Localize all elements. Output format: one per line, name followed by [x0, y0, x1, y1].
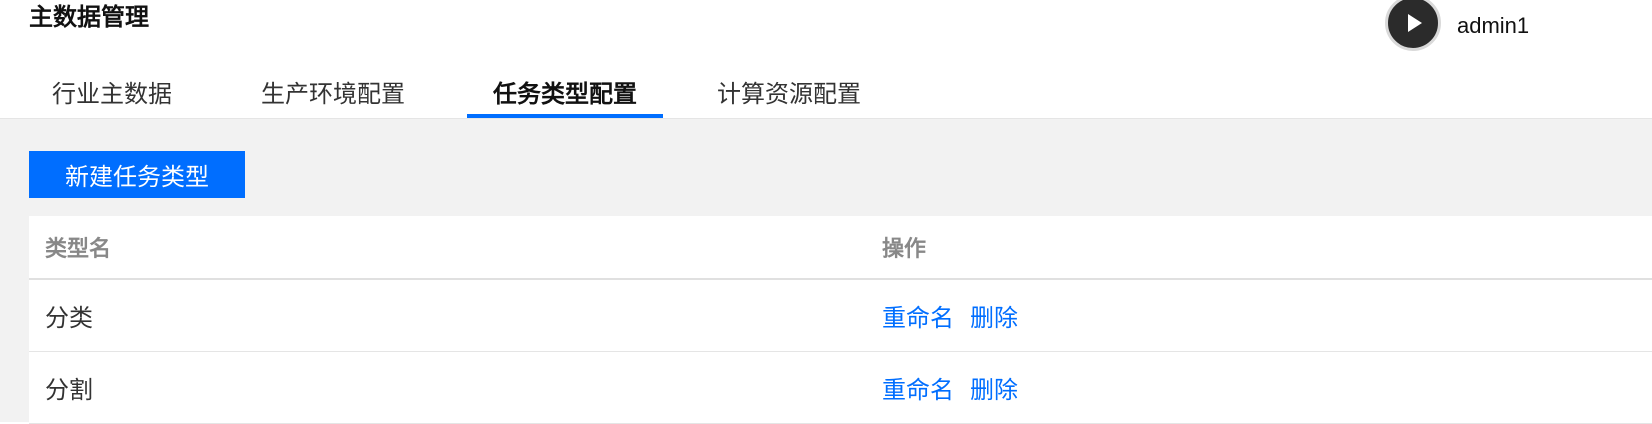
avatar[interactable] [1385, 0, 1441, 51]
actions-cell: 重命名 删除 [882, 370, 1652, 405]
user-menu[interactable]: admin1 [1385, 0, 1529, 52]
play-icon [1408, 14, 1422, 32]
username: admin1 [1457, 13, 1530, 38]
column-header-actions: 操作 [882, 237, 927, 262]
delete-link[interactable]: 删除 [970, 298, 1018, 333]
type-name-cell: 分类 [45, 304, 93, 332]
column-header-type-name: 类型名 [45, 237, 112, 262]
page-title: 主数据管理 [29, 3, 149, 31]
tab-production-env-config[interactable]: 生产环境配置 [211, 70, 439, 118]
tab-industry-master-data[interactable]: 行业主数据 [28, 70, 211, 118]
actions-cell: 重命名 删除 [882, 298, 1652, 333]
delete-link[interactable]: 删除 [970, 370, 1018, 405]
main-content: 新建任务类型 类型名 操作 分类 重命名 删除 分割 重命名 删除 [0, 118, 1652, 424]
tab-compute-resource-config[interactable]: 计算资源配置 [663, 70, 895, 118]
table-row: 分类 重命名 删除 [29, 280, 1652, 352]
rename-link[interactable]: 重命名 [882, 298, 954, 333]
new-task-type-button[interactable]: 新建任务类型 [29, 151, 245, 198]
tab-bar: 行业主数据 生产环境配置 任务类型配置 计算资源配置 [28, 70, 895, 118]
rename-link[interactable]: 重命名 [882, 370, 954, 405]
table-header-row: 类型名 操作 [29, 216, 1652, 280]
type-name-cell: 分割 [45, 376, 93, 404]
tab-task-type-config[interactable]: 任务类型配置 [467, 70, 663, 118]
task-type-table: 类型名 操作 分类 重命名 删除 分割 重命名 删除 [29, 216, 1652, 424]
header: 主数据管理 admin1 行业主数据 生产环境配置 任务类型配置 计算资源配置 [0, 0, 1652, 118]
table-row: 分割 重命名 删除 [29, 352, 1652, 424]
